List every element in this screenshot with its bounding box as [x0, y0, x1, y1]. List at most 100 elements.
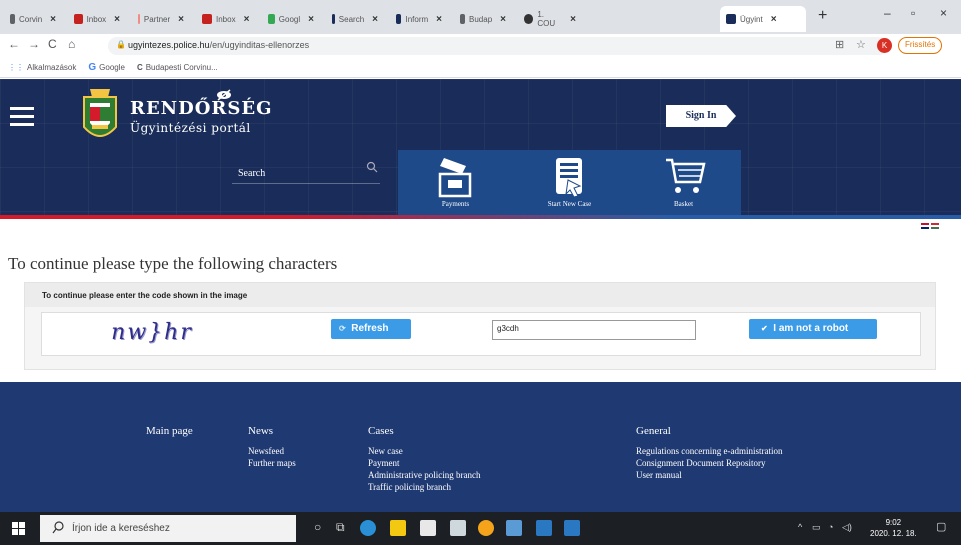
captcha-code-input[interactable]: g3cdh — [492, 320, 696, 340]
page-title: To continue please type the following ch… — [8, 254, 338, 273]
refresh-button[interactable]: ⟳ Refresh — [331, 319, 411, 339]
back-icon[interactable]: ← — [8, 37, 20, 51]
reload-icon[interactable]: C — [48, 37, 57, 51]
taskbar-search-input[interactable]: Írjon ide a kereséshez — [40, 515, 296, 542]
basket-icon — [666, 158, 706, 193]
new-tab-icon[interactable]: + — [818, 7, 827, 25]
tray-overflow-icon[interactable]: ^ — [798, 522, 802, 532]
footer-link[interactable]: Consignment Document Repository — [636, 457, 782, 469]
forward-icon[interactable]: → — [28, 37, 40, 51]
close-tab-icon[interactable]: × — [50, 14, 56, 25]
nav-start-new-case[interactable]: Start New Case — [512, 150, 627, 215]
footer-link[interactable]: Regulations concerning e-administration — [636, 445, 782, 457]
close-tab-icon[interactable]: × — [570, 14, 576, 25]
close-tab-icon[interactable]: × — [436, 14, 442, 25]
browser-tab-bar: Corvin × Inbox × Partner × Inbox × Googl × Se… — [0, 0, 961, 34]
network-icon[interactable]: ◔ — [828, 522, 833, 532]
close-tab-icon[interactable]: × — [244, 14, 250, 25]
outlook-icon[interactable] — [536, 520, 552, 536]
browser-tab[interactable]: Googl × — [262, 6, 320, 32]
mail-icon[interactable] — [450, 520, 466, 536]
refresh-icon: ⟳ — [339, 324, 346, 333]
search-icon[interactable] — [366, 161, 378, 173]
app-icon[interactable] — [506, 520, 522, 536]
task-view-icon[interactable]: ⧉ — [336, 520, 345, 535]
close-tab-icon[interactable]: × — [500, 14, 506, 25]
browser-tab[interactable]: 1. COU × — [518, 6, 582, 32]
footer-main-page-link[interactable]: Main page — [146, 425, 193, 437]
accessibility-eye-icon[interactable] — [216, 89, 232, 101]
nav-payments[interactable]: Payments — [398, 150, 513, 215]
not-a-robot-button[interactable]: ✔ I am not a robot — [749, 319, 877, 339]
apps-grid-icon: ⋮⋮ — [8, 63, 24, 72]
close-tab-icon[interactable]: × — [771, 14, 777, 25]
footer-link[interactable]: User manual — [636, 469, 782, 481]
sign-in-button[interactable]: Sign In — [666, 105, 736, 127]
tab-favicon-icon — [460, 14, 466, 24]
store-icon[interactable] — [420, 520, 436, 536]
close-tab-icon[interactable]: × — [178, 14, 184, 25]
clock-date: 2020. 12. 18. — [870, 529, 917, 538]
browser-tab[interactable]: Search × — [326, 6, 384, 32]
browser-tab[interactable]: Partner × — [132, 6, 190, 32]
translate-icon[interactable]: ⊞ — [835, 38, 844, 51]
notification-icon[interactable]: ▢ — [936, 520, 946, 533]
address-bar: ← → C ⌂ 🔒 ugyintezes.police.hu/en/ugyind… — [0, 34, 961, 58]
url-host: ugyintezes.police.hu — [128, 40, 210, 50]
edge-icon[interactable] — [360, 520, 376, 536]
windows-start-icon[interactable] — [12, 522, 25, 535]
footer-link[interactable]: Traffic policing branch — [368, 481, 480, 493]
close-window-icon[interactable]: × — [940, 6, 947, 20]
bookmark-apps[interactable]: ⋮⋮ Alkalmazások — [8, 63, 76, 72]
bookmark-corvinus[interactable]: C Budapesti Corvinu... — [137, 63, 218, 72]
bookmark-google[interactable]: G Google — [88, 62, 125, 73]
browser-tab[interactable]: Inbox × — [196, 6, 256, 32]
footer-link[interactable]: Payment — [368, 457, 480, 469]
chrome-icon[interactable] — [478, 520, 494, 536]
tab-favicon-icon — [138, 14, 140, 24]
close-tab-icon[interactable]: × — [114, 14, 120, 25]
browser-tab[interactable]: Budap × — [454, 6, 512, 32]
footer-link[interactable]: Administrative policing branch — [368, 469, 480, 481]
footer-link[interactable]: New case — [368, 445, 480, 457]
hungarian-flag-icon[interactable] — [931, 223, 939, 229]
nav-basket[interactable]: Basket — [626, 150, 741, 215]
clock-time: 9:02 — [885, 518, 902, 527]
google-forms-icon — [268, 14, 275, 24]
cortana-icon[interactable]: ○ — [314, 520, 321, 534]
lock-icon: 🔒 — [116, 40, 126, 49]
hamburger-menu-icon[interactable] — [10, 107, 34, 131]
search-underline — [232, 183, 380, 184]
footer-link[interactable]: Newsfeed — [248, 445, 296, 457]
home-icon[interactable]: ⌂ — [68, 37, 75, 51]
taskbar-clock[interactable]: 9:02 2020. 12. 18. — [870, 517, 917, 539]
nav-basket-label: Basket — [673, 200, 694, 208]
close-tab-icon[interactable]: × — [372, 14, 378, 25]
tab-favicon-icon — [726, 14, 736, 24]
corvinus-icon: C — [136, 63, 143, 72]
maximize-icon[interactable]: ▫ — [911, 6, 915, 20]
captcha-panel-body: nw}hr ⟳ Refresh g3cdh ✔ I am not a robot — [41, 312, 921, 356]
minimize-icon[interactable]: – — [884, 6, 891, 20]
browser-tab-active[interactable]: Ügyint × — [720, 6, 806, 32]
language-switcher — [921, 223, 939, 229]
update-button[interactable]: Frissítés — [898, 37, 943, 54]
search-input[interactable]: Search — [238, 168, 265, 179]
english-flag-icon[interactable] — [921, 223, 929, 229]
volume-icon[interactable]: ◁) — [842, 522, 852, 533]
url-path: /en/ugyinditas-ellenorzes — [209, 40, 310, 50]
browser-tab[interactable]: Corvin × — [4, 6, 62, 32]
avatar[interactable]: K — [877, 38, 892, 53]
url-field[interactable]: 🔒 ugyintezes.police.hu/en/ugyinditas-ell… — [108, 37, 888, 55]
battery-icon[interactable]: ▭ — [812, 522, 821, 533]
footer-link[interactable]: Further maps — [248, 457, 296, 469]
file-explorer-icon[interactable] — [390, 520, 406, 536]
browser-tab[interactable]: Inform × — [390, 6, 448, 32]
windows-taskbar: Írjon ide a kereséshez ○ ⧉ ^ ▭ ◔ ◁) 9:02… — [0, 512, 961, 545]
bookmark-star-icon[interactable]: ☆ — [856, 38, 866, 51]
app-icon[interactable] — [564, 520, 580, 536]
brand-title[interactable]: RENDŐRSÉG — [130, 98, 272, 119]
tab-favicon-icon — [10, 14, 16, 24]
close-tab-icon[interactable]: × — [308, 14, 314, 25]
browser-tab[interactable]: Inbox × — [68, 6, 126, 32]
